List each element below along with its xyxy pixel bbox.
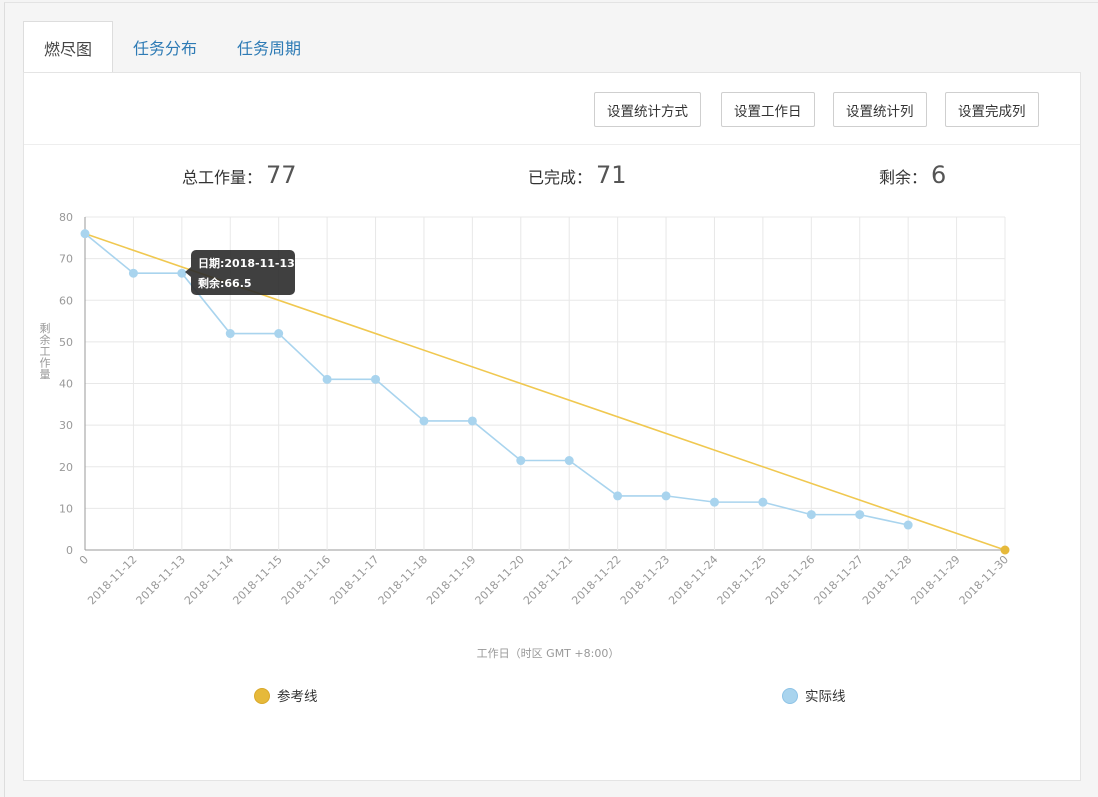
- data-point: [613, 491, 623, 501]
- x-tick-label: 2018-11-14: [182, 553, 236, 607]
- x-tick-label: 2018-11-23: [618, 553, 672, 607]
- x-tick-label: 2018-11-26: [763, 553, 817, 607]
- x-tick-label: 2018-11-12: [85, 553, 139, 607]
- x-tick-label: 2018-11-18: [376, 553, 430, 607]
- x-tick-label: 2018-11-27: [811, 553, 865, 607]
- x-axis-label: 工作日（时区 GMT +8:00）: [477, 647, 620, 660]
- dialog: 燃尽图 任务分布 任务周期 设置统计方式 设置工作日 设置统计列 设置完成列 总…: [4, 2, 1098, 797]
- y-tick-label: 10: [59, 502, 73, 515]
- data-point: [274, 329, 284, 339]
- x-tick-label: 2018-11-16: [279, 553, 333, 607]
- burndown-chart: 0102030405060708002018-11-122018-11-1320…: [40, 211, 1012, 705]
- legend-marker: [782, 688, 798, 704]
- legend-marker: [254, 688, 270, 704]
- data-point: [419, 416, 429, 426]
- chart-legend: 参考线 实际线: [254, 688, 846, 705]
- data-point: [80, 229, 90, 239]
- x-tick-label: 2018-11-15: [230, 553, 284, 607]
- data-point: [758, 497, 768, 507]
- x-tick-label: 2018-11-29: [908, 553, 962, 607]
- chart-tooltip: 日期:2018-11-13 剩余:66.5: [185, 250, 295, 295]
- y-tick-label: 0: [66, 544, 73, 557]
- tooltip-remaining: 剩余:66.5: [198, 276, 252, 290]
- x-tick-label: 2018-11-21: [521, 553, 575, 607]
- data-point: [371, 374, 381, 384]
- y-axis-label-char: 量: [40, 368, 51, 381]
- data-point: [806, 510, 816, 520]
- x-tick-label: 2018-11-20: [473, 553, 527, 607]
- data-point: [225, 329, 235, 339]
- y-tick-label: 20: [59, 461, 73, 474]
- legend-label: 实际线: [805, 689, 846, 705]
- y-tick-label: 80: [59, 211, 73, 224]
- tooltip-date: 日期:2018-11-13: [198, 256, 295, 270]
- data-point: [128, 268, 138, 278]
- x-tick-label: 0: [77, 553, 91, 567]
- data-point: [322, 374, 332, 384]
- y-tick-label: 30: [59, 419, 73, 432]
- data-point: [661, 491, 671, 501]
- x-tick-label: 2018-11-19: [424, 553, 478, 607]
- y-tick-label: 70: [59, 253, 73, 266]
- data-point: [903, 520, 913, 530]
- data-point: [709, 497, 719, 507]
- x-tick-label: 2018-11-24: [666, 553, 720, 607]
- data-point: [564, 456, 574, 466]
- data-point: [1000, 545, 1010, 555]
- data-point: [855, 510, 865, 520]
- data-point: [516, 456, 526, 466]
- x-tick-label: 2018-11-25: [715, 553, 769, 607]
- y-tick-label: 60: [59, 294, 73, 307]
- data-point: [177, 268, 187, 278]
- y-tick-label: 50: [59, 336, 73, 349]
- legend-label: 参考线: [277, 688, 318, 705]
- x-tick-label: 2018-11-13: [134, 553, 188, 607]
- x-tick-label: 2018-11-22: [569, 553, 623, 607]
- x-tick-label: 2018-11-17: [327, 553, 381, 607]
- y-tick-label: 40: [59, 378, 73, 391]
- x-tick-label: 2018-11-28: [860, 553, 914, 607]
- x-tick-label: 2018-11-30: [957, 553, 1011, 607]
- data-point: [467, 416, 477, 426]
